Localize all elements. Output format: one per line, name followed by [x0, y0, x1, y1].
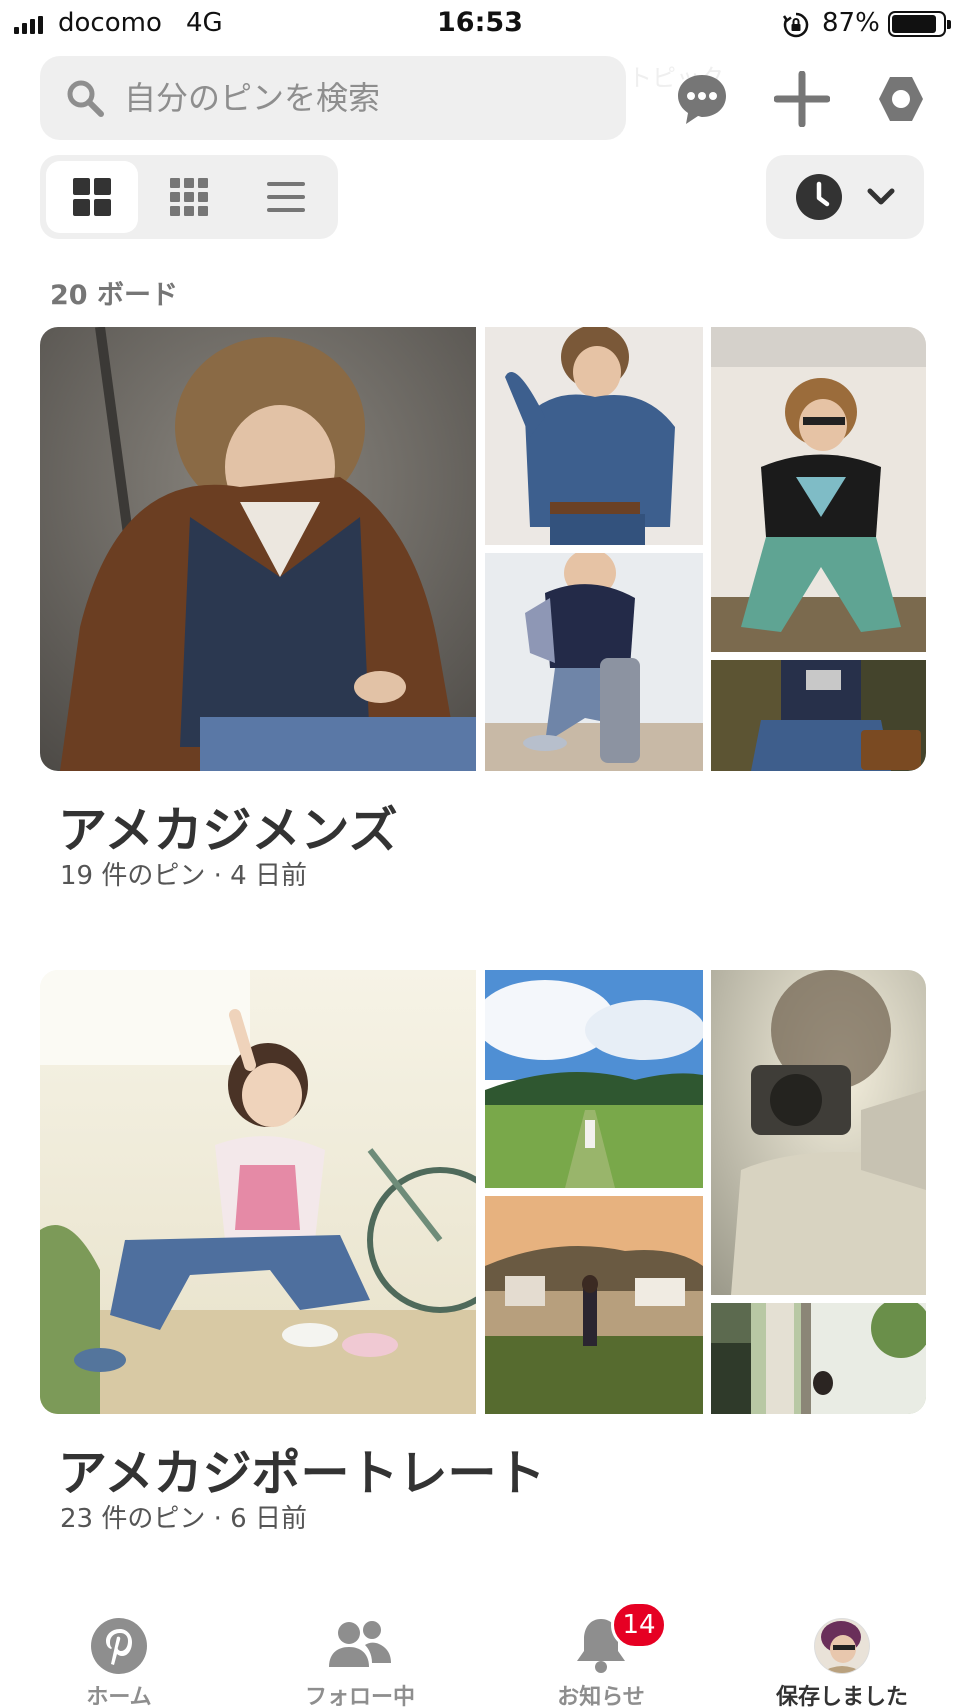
- avatar: [814, 1618, 870, 1674]
- board-cover-image: [711, 660, 926, 771]
- clock-icon: [796, 174, 842, 220]
- board-cover-collage[interactable]: [40, 327, 926, 771]
- people-icon: [329, 1621, 391, 1667]
- battery-icon: [888, 11, 951, 37]
- compact-grid-icon: [170, 178, 208, 216]
- tab-label: お知らせ: [557, 1685, 645, 1707]
- board-cover-image: [485, 1196, 703, 1414]
- messages-button[interactable]: [667, 64, 737, 134]
- view-list-button[interactable]: [240, 161, 332, 233]
- board-title[interactable]: アメカジポートレート: [58, 1434, 546, 1505]
- tab-following[interactable]: フォロー中: [260, 1605, 460, 1707]
- view-compact-grid-button[interactable]: [143, 161, 235, 233]
- add-button[interactable]: [767, 64, 837, 134]
- board-cover-image: [711, 1303, 926, 1414]
- status-time: 16:53: [437, 7, 523, 38]
- settings-icon: [879, 77, 923, 121]
- tab-label: 保存しました: [775, 1685, 908, 1707]
- notification-badge: 14: [611, 1601, 667, 1649]
- messages-icon: [678, 75, 726, 124]
- sort-button[interactable]: [766, 155, 924, 239]
- board-card[interactable]: アメカジメンズ 19 件のピン · 4 日前: [40, 327, 926, 891]
- board-cover-image: [485, 327, 703, 545]
- tab-saved[interactable]: 保存しました: [742, 1605, 942, 1707]
- tab-home[interactable]: ホーム: [19, 1605, 219, 1707]
- list-icon: [267, 182, 305, 212]
- rotation-lock-icon: [782, 12, 809, 38]
- view-default-grid-button[interactable]: [46, 161, 138, 233]
- status-bar: docomo 4G 16:53 87%: [0, 0, 960, 48]
- chevron-down-icon: [867, 188, 895, 205]
- board-card[interactable]: アメカジポートレート 23 件のピン · 6 日前: [40, 970, 926, 1534]
- settings-button[interactable]: [866, 64, 936, 134]
- board-meta: 23 件のピン · 6 日前: [60, 1504, 307, 1534]
- board-cover-image: [40, 970, 476, 1414]
- pinterest-icon: [91, 1618, 147, 1674]
- board-meta: 19 件のピン · 4 日前: [60, 861, 307, 891]
- battery-percent: 87%: [822, 8, 880, 38]
- view-toggle: [40, 155, 338, 239]
- board-cover-collage[interactable]: [40, 970, 926, 1414]
- default-grid-icon: [73, 178, 111, 216]
- board-cover-image: [40, 327, 476, 771]
- search-icon: [67, 80, 104, 117]
- tab-notifications[interactable]: 14 お知らせ: [501, 1601, 701, 1707]
- plus-icon: [774, 71, 830, 127]
- board-cover-image: [485, 970, 703, 1188]
- search-bar[interactable]: [40, 56, 626, 140]
- board-cover-image: [485, 553, 703, 771]
- search-input[interactable]: [124, 79, 584, 117]
- board-cover-image: [711, 327, 926, 652]
- board-cover-image: [711, 970, 926, 1295]
- tab-label: フォロー中: [304, 1685, 415, 1707]
- board-title[interactable]: アメカジメンズ: [58, 791, 398, 862]
- bottom-tab-bar: ホーム フォロー中 14 お知らせ 保存しました: [0, 1601, 960, 1707]
- board-count: 20 ボード: [50, 280, 178, 311]
- tab-label: ホーム: [86, 1685, 152, 1707]
